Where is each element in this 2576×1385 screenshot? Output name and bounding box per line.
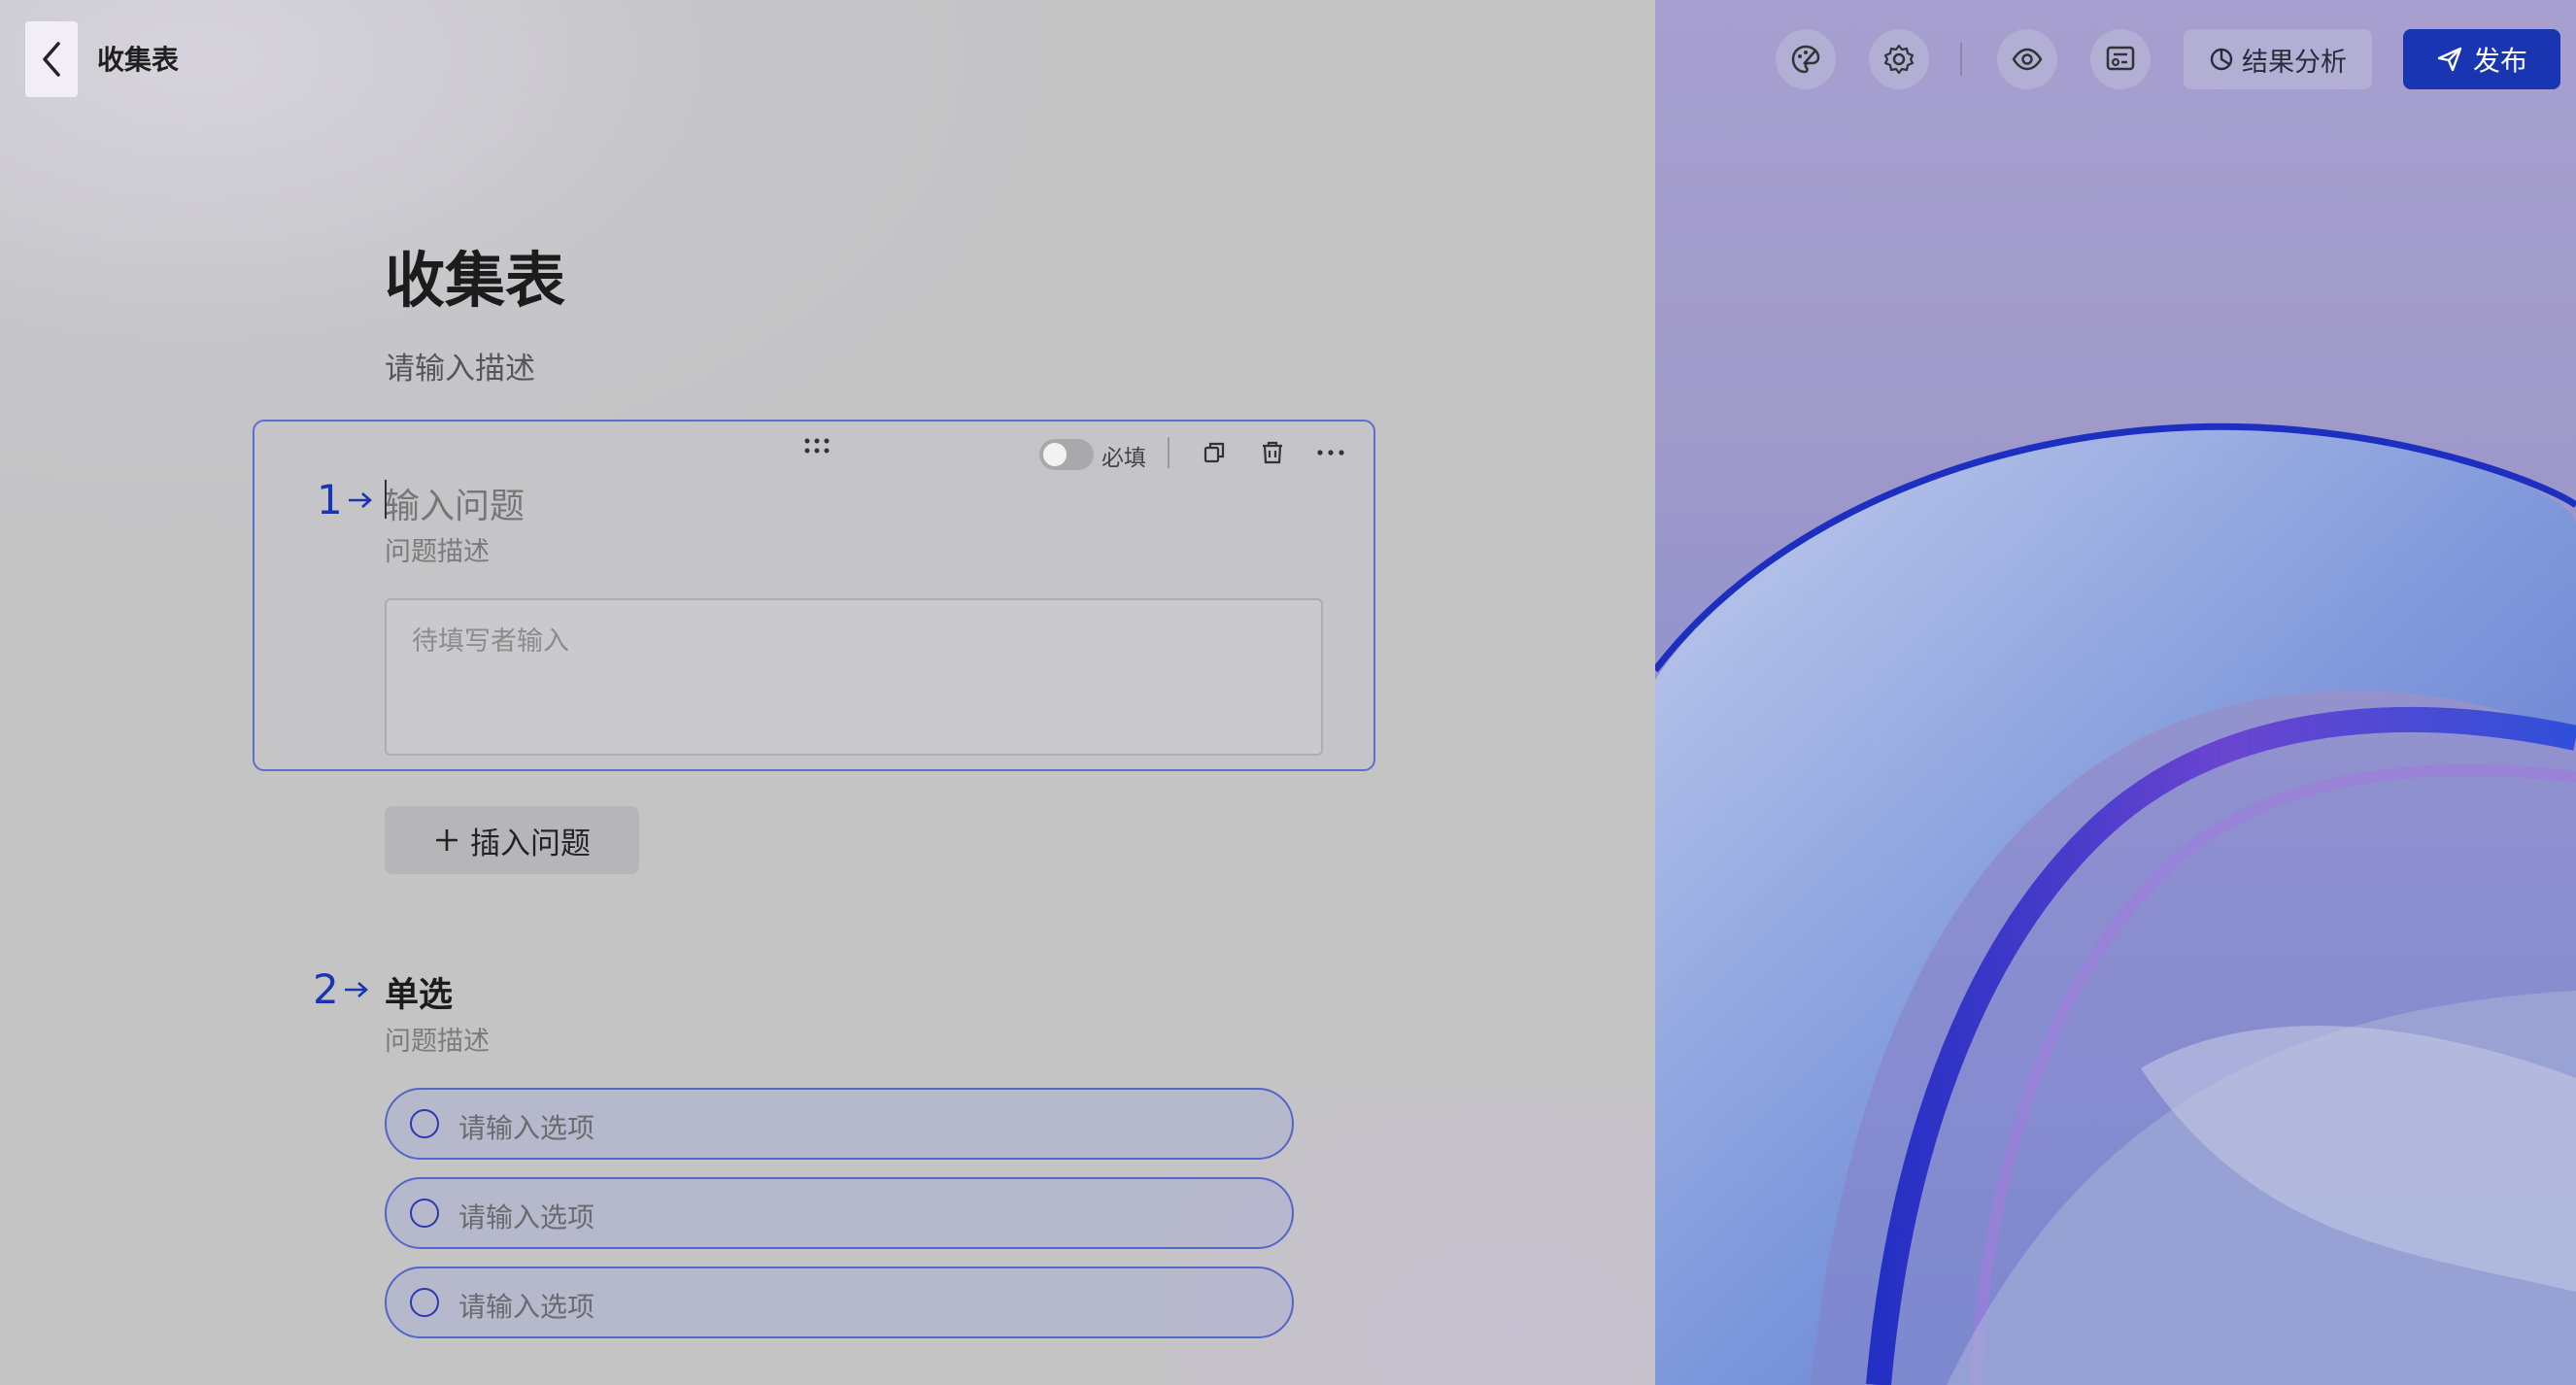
send-icon	[2437, 47, 2462, 72]
option-2-text: 请输入选项	[458, 1201, 595, 1233]
trash-icon	[1263, 441, 1282, 464]
plus-icon	[436, 829, 458, 851]
question-number-2-text: 2	[313, 965, 339, 1013]
answer-input-box[interactable]: 待填写者输入	[385, 598, 1323, 756]
text-cursor	[385, 480, 387, 519]
question-2-description[interactable]: 问题描述	[385, 1020, 490, 1058]
question-1-description[interactable]: 问题描述	[385, 530, 490, 568]
abstract-background-art	[1655, 422, 2576, 1385]
form-preview-icon	[2106, 46, 2135, 71]
form-view-button[interactable]	[2090, 29, 2151, 89]
question-2-title[interactable]: 单选	[385, 967, 453, 1017]
question-1-title-input[interactable]: 输入问题	[385, 478, 525, 528]
radio-circle-icon	[410, 1109, 439, 1138]
insert-question-label: 插入问题	[470, 826, 591, 861]
publish-button[interactable]: 发布	[2403, 29, 2560, 89]
settings-button[interactable]	[1869, 29, 1929, 89]
delete-button[interactable]	[1255, 435, 1290, 470]
radio-option-2[interactable]: 请输入选项	[385, 1177, 1294, 1249]
form-description[interactable]: 请输入描述	[385, 344, 535, 388]
required-label: 必填	[1102, 446, 1146, 471]
eye-icon	[2012, 48, 2043, 71]
publish-label: 发布	[2472, 45, 2527, 77]
gear-icon	[1883, 44, 1915, 75]
duplicate-button[interactable]	[1197, 435, 1232, 470]
arrow-right-icon	[344, 981, 368, 997]
insert-question-button[interactable]: 插入问题	[385, 806, 639, 874]
toolbar-divider	[1960, 43, 1962, 76]
radio-option-3[interactable]: 请输入选项	[385, 1267, 1294, 1338]
chevron-left-icon	[43, 42, 60, 77]
more-options-button[interactable]	[1313, 435, 1348, 470]
theme-background-pane	[1655, 0, 2576, 1385]
question-number-2: 2	[313, 965, 370, 1013]
theme-button[interactable]	[1776, 29, 1836, 89]
radio-option-1[interactable]: 请输入选项	[385, 1088, 1294, 1160]
option-3-text: 请输入选项	[458, 1291, 595, 1323]
preview-button[interactable]	[1997, 29, 2057, 89]
radio-circle-icon	[410, 1199, 439, 1228]
option-1-text: 请输入选项	[458, 1112, 595, 1144]
drag-handle-icon[interactable]	[802, 437, 831, 455]
palette-icon	[1791, 45, 1820, 74]
more-horizontal-icon	[1317, 450, 1344, 456]
result-analysis-label: 结果分析	[2242, 47, 2347, 78]
arrow-right-icon	[348, 491, 372, 508]
radio-circle-icon	[410, 1288, 439, 1317]
form-title[interactable]: 收集表	[385, 231, 565, 319]
pie-chart-icon	[2210, 48, 2233, 71]
card-toolbar-divider	[1168, 437, 1169, 468]
question-number-1: 1	[317, 476, 374, 524]
question-number-1-text: 1	[317, 476, 343, 524]
answer-placeholder: 待填写者输入	[412, 626, 569, 657]
required-toggle[interactable]	[1039, 439, 1094, 470]
app-title: 收集表	[97, 44, 180, 76]
result-analysis-button[interactable]: 结果分析	[2184, 29, 2372, 89]
copy-icon	[1203, 442, 1225, 463]
back-button[interactable]	[25, 21, 78, 97]
